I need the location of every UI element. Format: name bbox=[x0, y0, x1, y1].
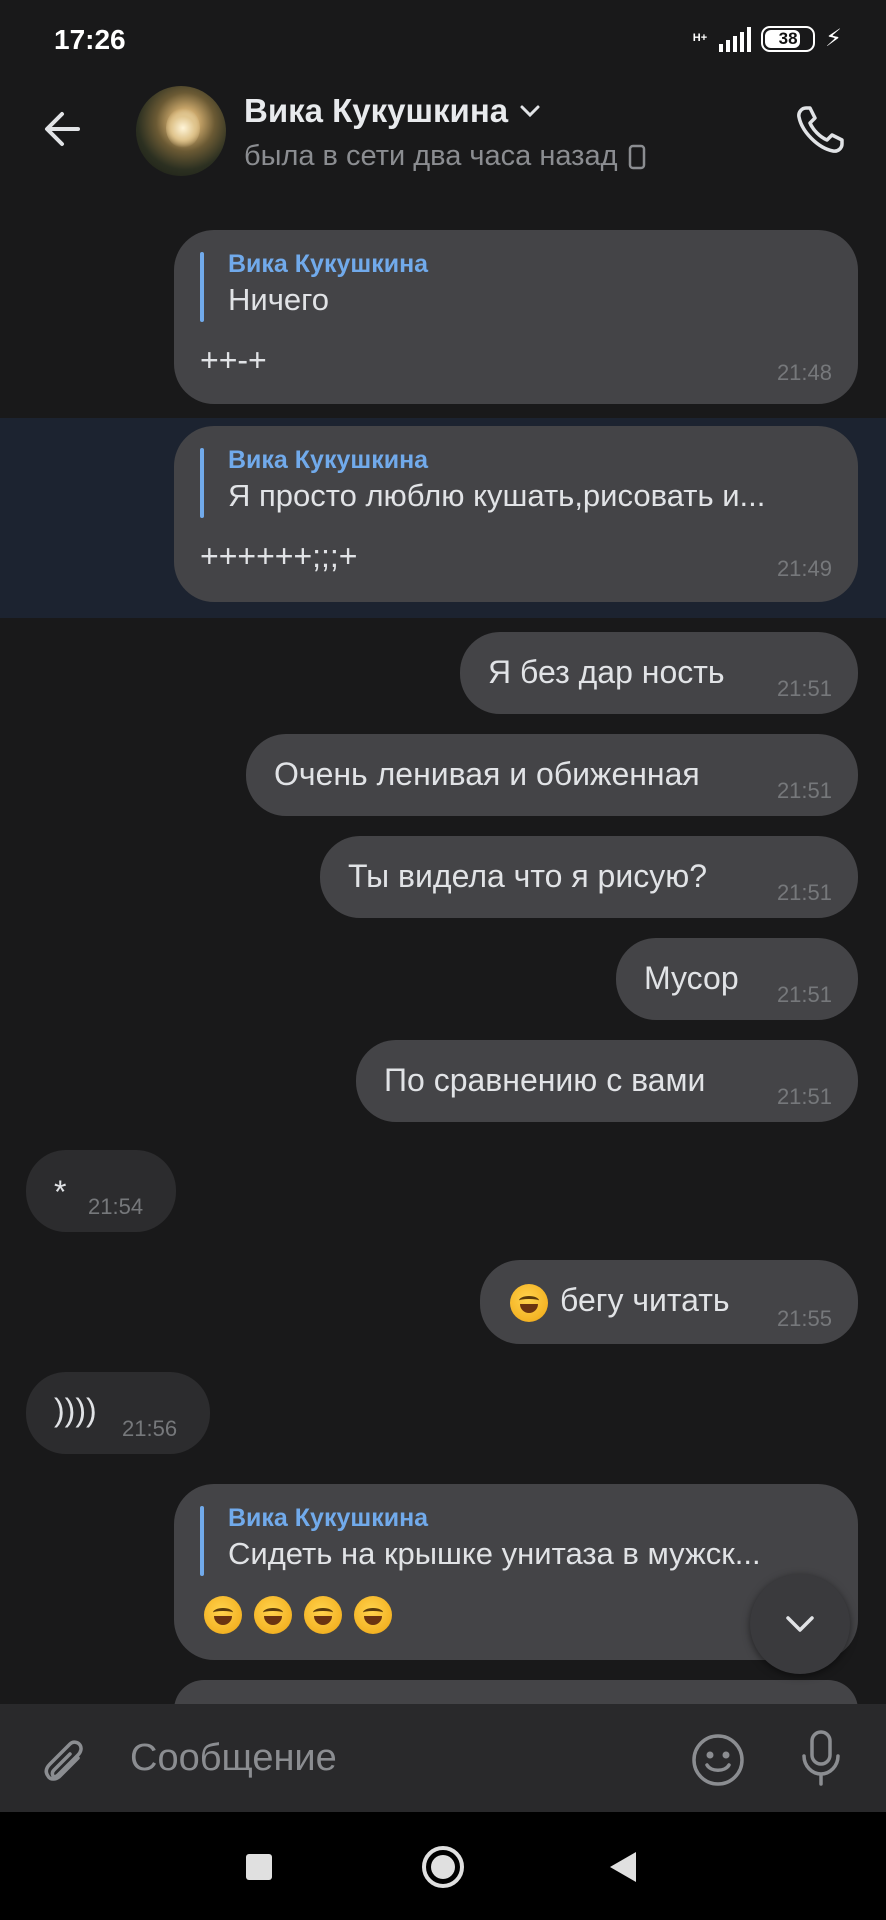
network-type: H+ bbox=[692, 32, 708, 44]
contact-name-text: Вика Кукушкина bbox=[244, 92, 509, 129]
message-text: Я без дар ность bbox=[488, 654, 725, 690]
emoji-icon[interactable] bbox=[690, 1732, 746, 1788]
message-bubble[interactable]: Вика Кукушкина Я просто люблю кушать,рис… bbox=[174, 426, 858, 602]
message-time: 21:55 bbox=[776, 1306, 832, 1331]
back-arrow-icon[interactable] bbox=[38, 104, 88, 154]
reply-author: Вика Кукушкина bbox=[228, 1504, 429, 1532]
message-time: 21:56 bbox=[122, 1416, 178, 1441]
chat-header: Вика Кукушкина была в сети два часа наза… bbox=[0, 80, 886, 190]
contact-status-text: была в сети два часа назад bbox=[244, 140, 618, 172]
chevron-down-icon bbox=[520, 105, 540, 118]
message-input[interactable] bbox=[130, 1730, 650, 1786]
message-text: * bbox=[54, 1174, 67, 1210]
message-text: Мусор bbox=[644, 960, 739, 996]
nav-home-icon[interactable] bbox=[422, 1846, 464, 1888]
message-bubble[interactable]: бегу читать 21:55 bbox=[480, 1260, 858, 1344]
nav-back-icon[interactable] bbox=[610, 1852, 636, 1882]
message-list[interactable]: Вика Кукушкина Ничего ++-+ 21:48 Вика Ку… bbox=[0, 190, 886, 1704]
message-bubble[interactable]: Ты видела что я рисую? 21:51 bbox=[320, 836, 858, 918]
message-time: 21:48 bbox=[776, 360, 832, 385]
reply-bar bbox=[200, 1506, 204, 1576]
avatar[interactable] bbox=[136, 86, 226, 176]
system-nav-bar bbox=[0, 1812, 886, 1920]
microphone-icon[interactable] bbox=[796, 1728, 846, 1788]
battery-icon: 38 bbox=[761, 25, 816, 52]
rolling-laughing-emoji-icon bbox=[354, 1595, 392, 1634]
message-bubble[interactable]: Я без дар ность 21:51 bbox=[460, 632, 858, 714]
signal-icon bbox=[719, 26, 752, 52]
message-bubble[interactable]: Очень ленивая и обиженная 21:51 bbox=[246, 734, 858, 816]
emoji-row bbox=[204, 1594, 404, 1634]
rolling-laughing-emoji-icon bbox=[204, 1595, 242, 1634]
message-bubble[interactable]: По сравнению с вами 21:51 bbox=[356, 1040, 858, 1122]
reply-text: Сидеть на крышке унитаза в мужск... bbox=[228, 1536, 761, 1571]
message-text: Очень ленивая и обиженная bbox=[274, 756, 700, 792]
message-time: 21:49 bbox=[776, 556, 832, 581]
message-text-with-emoji: бегу читать bbox=[510, 1282, 730, 1322]
message-text: По сравнению с вами bbox=[384, 1062, 706, 1098]
rolling-laughing-emoji-icon bbox=[254, 1595, 292, 1634]
message-text: бегу читать bbox=[560, 1282, 730, 1318]
message-bubble[interactable]: Вика Кукушкина Ничего ++-+ 21:48 bbox=[174, 230, 858, 404]
reply-bar bbox=[200, 448, 204, 518]
message-bubble[interactable]: Мусор 21:51 bbox=[616, 938, 858, 1020]
sneezing-face-emoji-icon bbox=[510, 1283, 548, 1322]
reply-bar bbox=[200, 252, 204, 322]
message-bubble-incoming[interactable]: * 21:54 bbox=[26, 1150, 176, 1232]
message-time: 21:51 bbox=[776, 676, 832, 701]
attach-icon[interactable] bbox=[38, 1732, 90, 1784]
message-time: 21:51 bbox=[776, 778, 832, 803]
rolling-laughing-emoji-icon bbox=[304, 1595, 342, 1634]
call-icon[interactable] bbox=[792, 100, 850, 158]
nav-recents-icon[interactable] bbox=[246, 1854, 272, 1880]
contact-name[interactable]: Вика Кукушкина bbox=[244, 92, 542, 130]
contact-status: была в сети два часа назад bbox=[244, 140, 646, 173]
charging-icon: ⚡ bbox=[825, 25, 842, 52]
reply-author: Вика Кукушкина bbox=[228, 446, 429, 474]
battery-level: 38 bbox=[778, 28, 798, 48]
message-bubble-incoming[interactable]: )))) 21:56 bbox=[26, 1372, 210, 1454]
message-composer bbox=[0, 1704, 886, 1812]
reply-text: Я просто люблю кушать,рисовать и... bbox=[228, 478, 766, 513]
chevron-down-icon bbox=[786, 1616, 814, 1632]
message-bubble-partial[interactable] bbox=[174, 1680, 858, 1704]
message-time: 21:51 bbox=[776, 880, 832, 905]
reply-text: Ничего bbox=[228, 282, 329, 317]
message-text: ++-+ bbox=[200, 342, 267, 378]
scroll-down-button[interactable] bbox=[750, 1574, 850, 1674]
status-bar: 17:26 H+ 38 ⚡ bbox=[0, 0, 886, 80]
reply-author: Вика Кукушкина bbox=[228, 250, 429, 278]
message-time: 21:51 bbox=[776, 1084, 832, 1109]
message-text: )))) bbox=[54, 1392, 97, 1428]
message-text: ++++++;;;+ bbox=[200, 538, 358, 574]
status-icons: H+ 38 ⚡ bbox=[693, 24, 842, 53]
message-time: 21:51 bbox=[776, 982, 832, 1007]
message-text: Ты видела что я рисую? bbox=[348, 858, 708, 894]
phone-device-icon bbox=[628, 144, 645, 169]
status-time: 17:26 bbox=[54, 24, 126, 55]
message-time: 21:54 bbox=[88, 1194, 144, 1219]
